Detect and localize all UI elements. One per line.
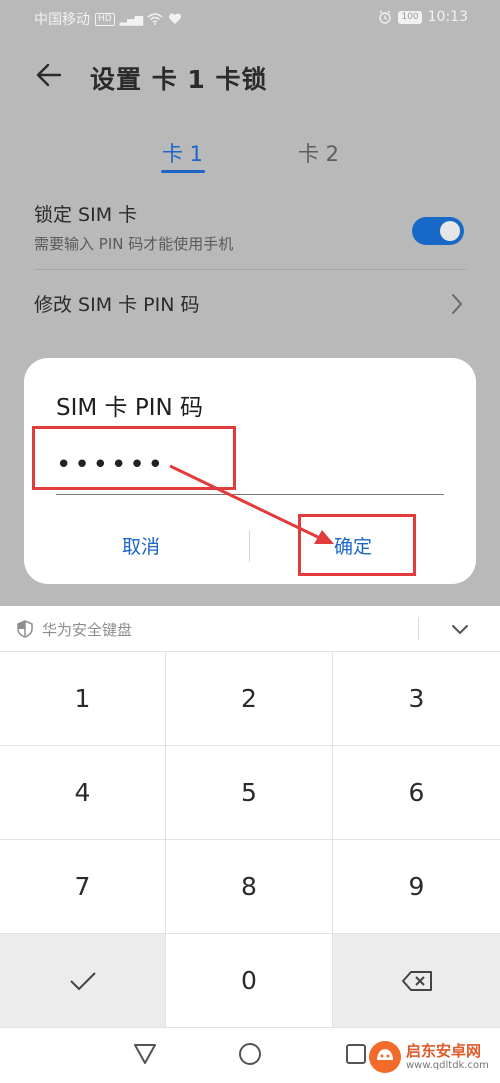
row-divider — [34, 269, 466, 270]
nav-recent-icon[interactable] — [344, 1042, 368, 1066]
annotation-box-pin — [32, 426, 236, 490]
alarm-icon — [379, 10, 392, 24]
key-9[interactable]: 9 — [333, 840, 500, 934]
nav-back-icon[interactable] — [132, 1042, 158, 1066]
pin-input-underline — [56, 494, 444, 495]
key-5[interactable]: 5 — [166, 746, 333, 840]
hd-badge: HD — [95, 12, 115, 26]
tab-card-1[interactable]: 卡 1 — [162, 138, 203, 168]
numeric-keypad: 1 2 3 4 5 6 7 8 9 0 — [0, 652, 500, 1028]
cancel-button[interactable]: 取消 — [122, 532, 160, 559]
check-icon — [69, 971, 96, 990]
keyboard-title: 华为安全键盘 — [42, 621, 133, 639]
toggle-knob — [440, 221, 460, 241]
key-8[interactable]: 8 — [166, 840, 333, 934]
tab-card-2[interactable]: 卡 2 — [298, 138, 339, 168]
app-header: 设置 卡 1 卡锁 — [0, 50, 500, 100]
lock-sim-toggle[interactable] — [412, 217, 464, 245]
status-left: 中国移动 HD ▂▄▆ — [34, 9, 182, 29]
battery-icon: 100 — [398, 10, 422, 24]
change-pin-row[interactable]: 修改 SIM 卡 PIN 码 — [34, 290, 466, 326]
keyboard-header: 华为安全键盘 — [0, 606, 500, 652]
chevron-right-icon — [452, 294, 463, 314]
status-bar: 中国移动 HD ▂▄▆ 100 10:13 — [0, 0, 500, 36]
sim-tabs: 卡 1 卡 2 — [0, 134, 500, 178]
key-1[interactable]: 1 — [0, 652, 166, 746]
watermark-url: www.qdltdk.com — [406, 1060, 489, 1071]
page-title: 设置 卡 1 卡锁 — [90, 65, 268, 94]
lock-sim-title: 锁定 SIM 卡 — [34, 204, 138, 226]
status-right: 100 10:13 — [378, 9, 468, 25]
dialog-title: SIM 卡 PIN 码 — [56, 395, 204, 421]
key-7[interactable]: 7 — [0, 840, 166, 934]
lock-sim-subtitle: 需要输入 PIN 码才能使用手机 — [34, 235, 234, 253]
watermark: 启东安卓网 www.qdltdk.com — [368, 1038, 496, 1078]
key-2[interactable]: 2 — [166, 652, 333, 746]
keyboard-header-separator — [418, 618, 419, 640]
key-confirm-check-icon[interactable] — [0, 934, 166, 1028]
watermark-logo-icon — [369, 1041, 401, 1073]
carrier-name: 中国移动 — [34, 12, 90, 28]
backspace-icon — [401, 970, 432, 991]
wifi-icon — [147, 13, 163, 25]
clock: 10:13 — [427, 9, 468, 25]
active-tab-indicator — [161, 170, 205, 173]
pin-dialog: SIM 卡 PIN 码 •••••• 取消 确定 — [24, 358, 476, 584]
button-separator — [249, 530, 250, 562]
back-arrow-icon[interactable] — [32, 58, 66, 92]
change-pin-title: 修改 SIM 卡 PIN 码 — [34, 294, 200, 316]
key-3[interactable]: 3 — [333, 652, 500, 746]
chevron-down-icon[interactable] — [450, 620, 470, 638]
lock-sim-row[interactable]: 锁定 SIM 卡 需要输入 PIN 码才能使用手机 — [34, 200, 466, 270]
watermark-name: 启东安卓网 — [406, 1042, 482, 1060]
key-6[interactable]: 6 — [333, 746, 500, 840]
key-0[interactable]: 0 — [166, 934, 333, 1028]
key-4[interactable]: 4 — [0, 746, 166, 840]
shield-icon — [17, 620, 33, 638]
key-backspace[interactable] — [333, 934, 500, 1028]
annotation-box-confirm — [298, 514, 416, 576]
heart-icon — [169, 13, 182, 24]
nav-home-icon[interactable] — [238, 1042, 262, 1066]
signal-icon: ▂▄▆ — [119, 12, 143, 26]
